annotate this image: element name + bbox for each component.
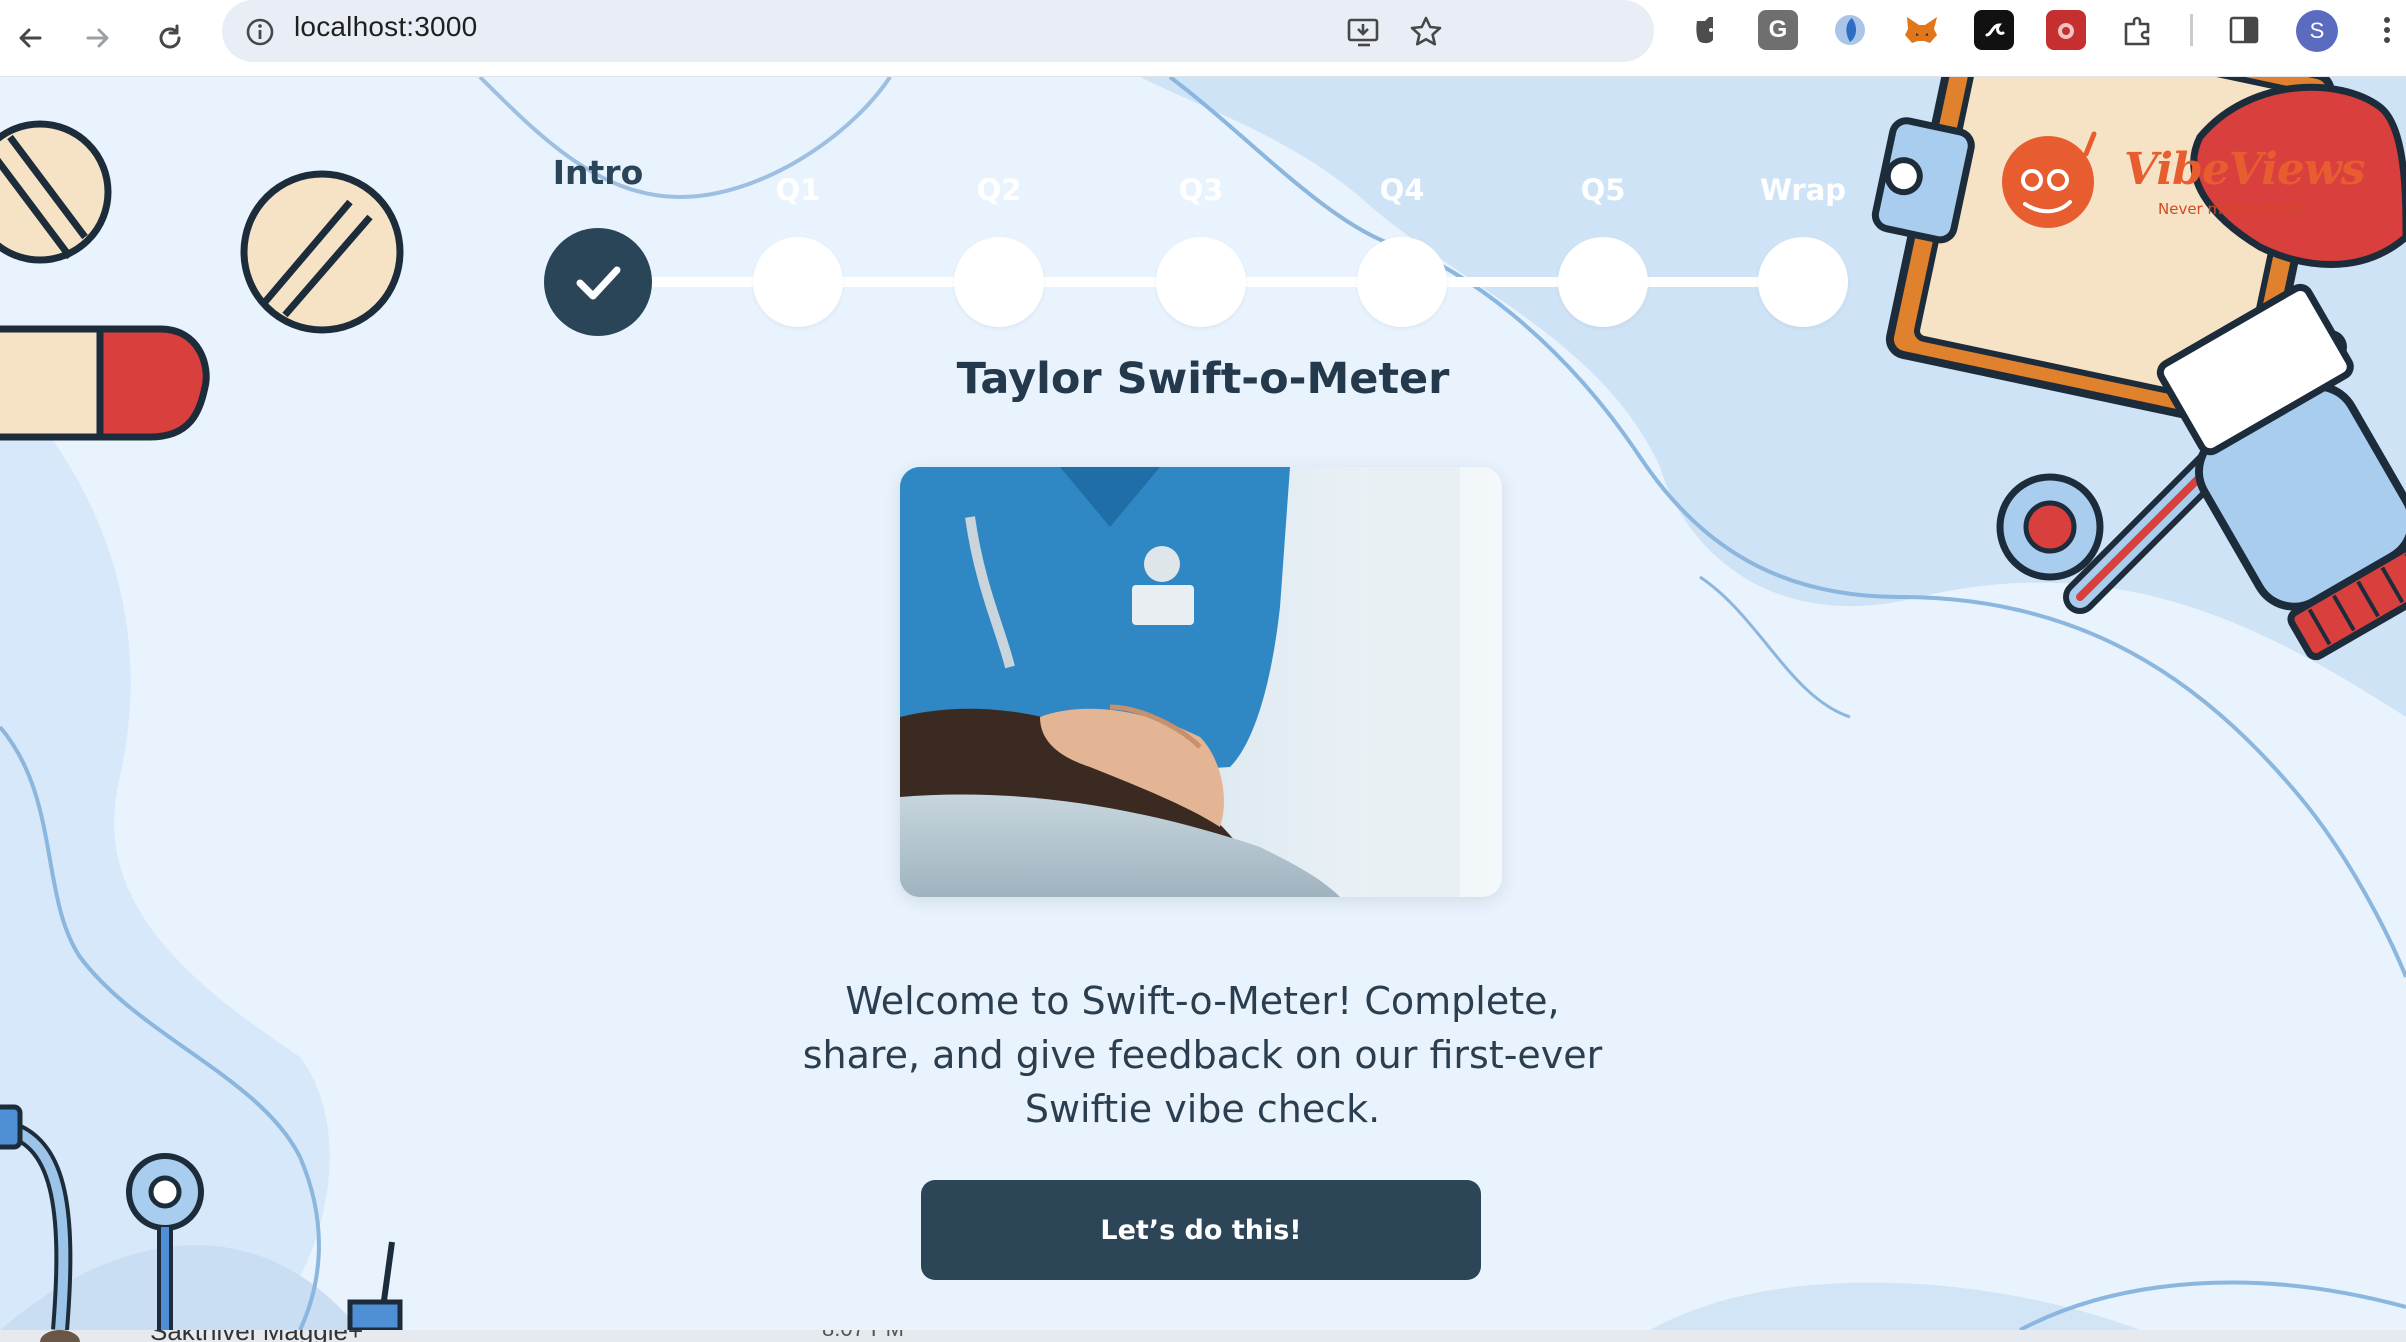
puzzle-extensions-icon[interactable] xyxy=(2118,10,2158,50)
browser-toolbar: localhost:3000 G S xyxy=(0,0,2406,77)
checkmark-icon xyxy=(576,266,621,300)
google-translate-icon[interactable]: G xyxy=(1758,10,1798,50)
step-label-q2: Q2 xyxy=(976,173,1022,207)
bookmark-star-icon[interactable] xyxy=(1402,8,1450,56)
install-app-icon[interactable] xyxy=(1340,8,1388,56)
step-q5[interactable] xyxy=(1558,237,1648,327)
step-label-q3: Q3 xyxy=(1178,173,1224,207)
site-info-icon[interactable] xyxy=(240,12,280,52)
step-q1[interactable] xyxy=(753,237,843,327)
url-text[interactable]: localhost:3000 xyxy=(294,11,477,43)
scribe-extension-icon[interactable] xyxy=(1974,10,2014,50)
back-arrow-icon xyxy=(19,28,42,48)
metamask-fox-icon[interactable] xyxy=(1902,10,1942,50)
bottom-notification-strip: Sakthivel Maggie+ 8:07 PM xyxy=(0,1330,2406,1342)
browser-menu-icon[interactable] xyxy=(2372,10,2402,50)
side-panel-icon[interactable] xyxy=(2224,10,2264,50)
step-label-q4: Q4 xyxy=(1379,173,1425,207)
page-viewport: VibeViews Never miss a trend Intro Q1 Q2… xyxy=(0,77,2406,1330)
step-q4[interactable] xyxy=(1357,237,1447,327)
red-bug-extension-icon[interactable] xyxy=(2046,10,2086,50)
step-q3[interactable] xyxy=(1156,237,1246,327)
reload-icon xyxy=(159,24,181,49)
nurse-holding-patient-hands-photo xyxy=(900,467,1502,897)
progress-stepper: Intro Q1 Q2 Q3 Q4 Q5 Wrap xyxy=(0,77,2406,337)
profile-avatar[interactable]: S xyxy=(2296,10,2338,52)
message-time: 8:07 PM xyxy=(822,1330,904,1342)
address-bar[interactable]: localhost:3000 xyxy=(222,0,1654,62)
toolbar-divider xyxy=(2190,14,2193,46)
step-label-intro: Intro xyxy=(552,153,644,192)
step-q2[interactable] xyxy=(954,237,1044,327)
blue-circle-extension-icon[interactable] xyxy=(1830,10,1870,50)
forward-arrow-icon xyxy=(86,28,109,48)
step-intro-complete[interactable] xyxy=(544,228,652,336)
step-wrap[interactable] xyxy=(1758,237,1848,327)
step-label-q1: Q1 xyxy=(775,173,821,207)
forward-button[interactable] xyxy=(68,8,128,68)
hero-image xyxy=(900,467,1502,897)
reload-button[interactable] xyxy=(140,8,200,68)
step-label-q5: Q5 xyxy=(1580,173,1626,207)
back-button[interactable] xyxy=(0,8,60,68)
page-title: Taylor Swift-o-Meter xyxy=(956,354,1450,404)
step-label-wrap: Wrap xyxy=(1759,173,1847,207)
evernote-icon[interactable] xyxy=(1686,10,1726,50)
start-quiz-button[interactable]: Let’s do this! xyxy=(921,1180,1481,1280)
welcome-description: Welcome to Swift-o-Meter! Complete, shar… xyxy=(802,979,1603,1131)
contact-avatar xyxy=(40,1330,80,1342)
contact-name: Sakthivel Maggie+ xyxy=(150,1330,363,1342)
